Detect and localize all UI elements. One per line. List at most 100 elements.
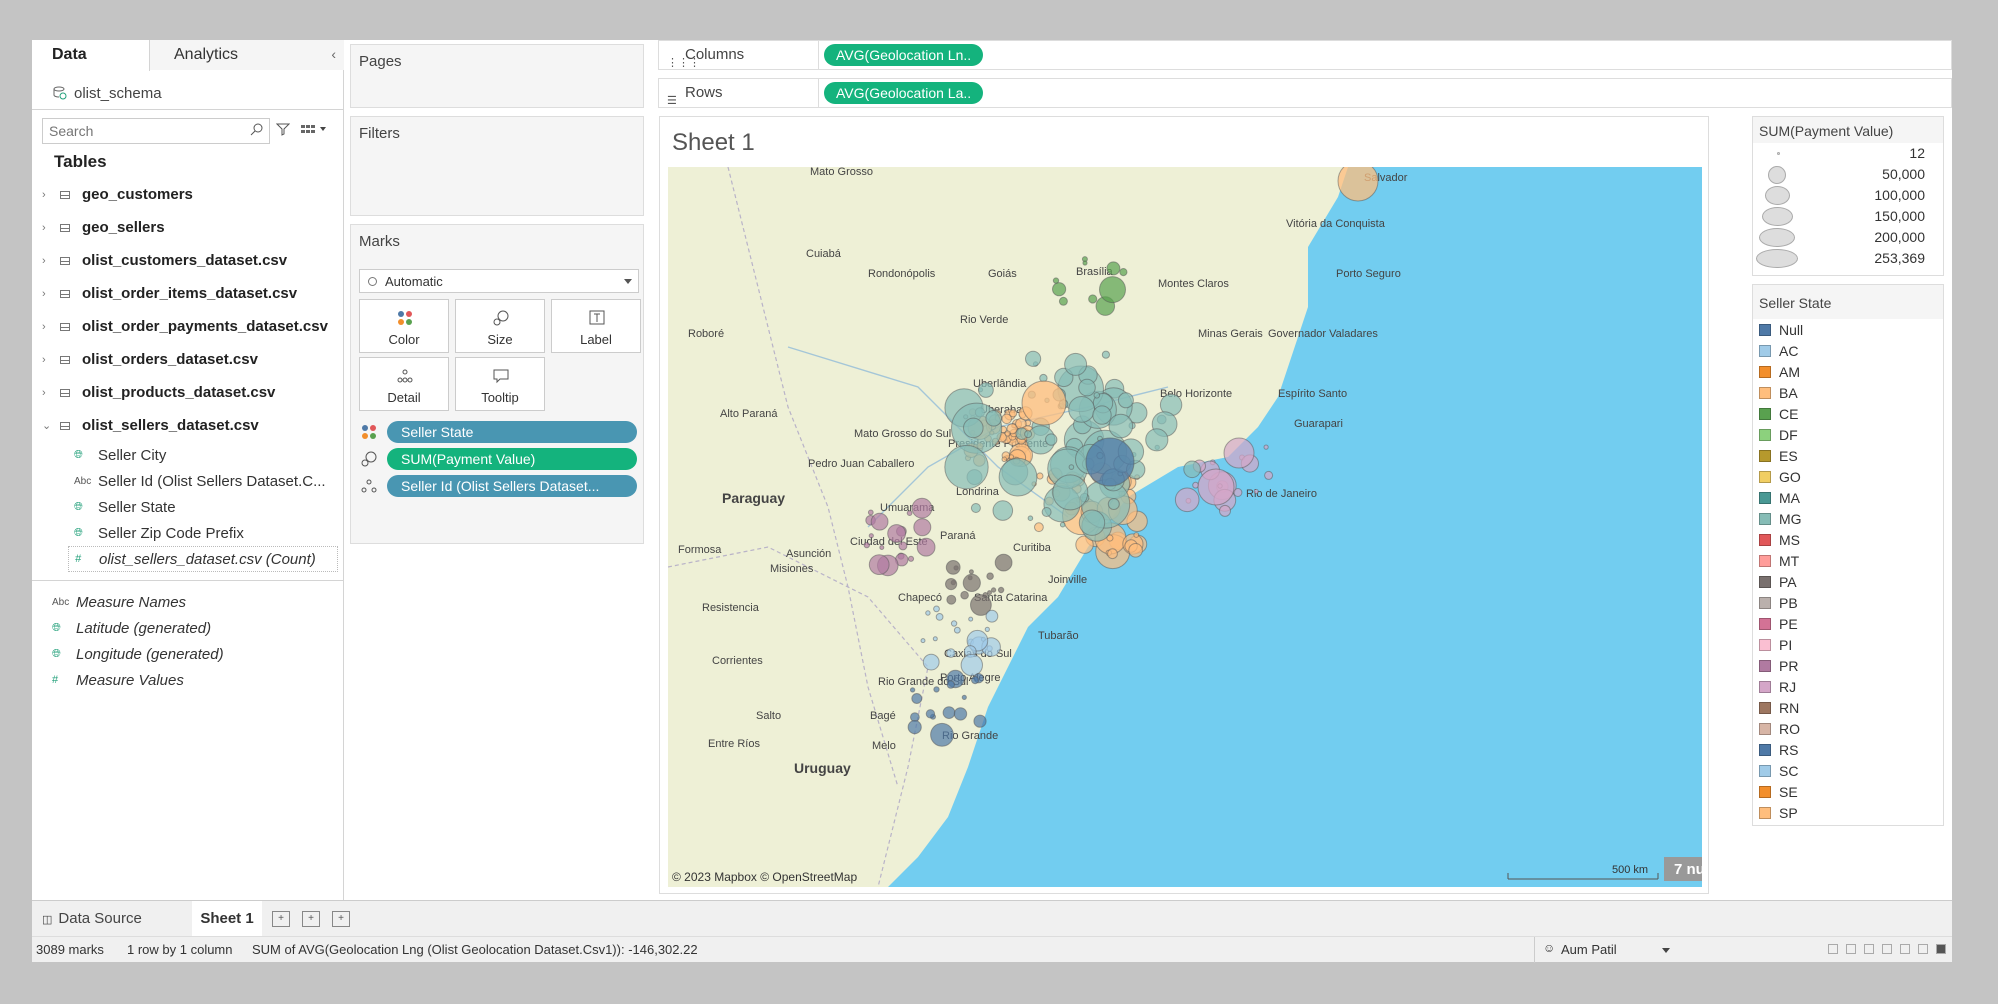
payment-value-pill[interactable]: SUM(Payment Value) <box>387 448 637 470</box>
map-mark[interactable] <box>913 518 932 537</box>
tab-data[interactable]: Data <box>32 40 150 71</box>
map-mark[interactable] <box>925 709 936 719</box>
chevron-right-icon[interactable]: › <box>42 222 56 234</box>
size-legend-item[interactable]: 150,000 <box>1753 206 1943 227</box>
filmstrip-icon[interactable] <box>1918 944 1928 954</box>
map-mark[interactable] <box>1337 167 1379 202</box>
table-item[interactable]: › geo_sellers <box>32 211 344 244</box>
color-legend-item[interactable]: PE <box>1753 613 1943 634</box>
columns-pill[interactable]: AVG(Geolocation Ln.. <box>824 44 984 66</box>
map-mark[interactable] <box>906 510 913 517</box>
color-legend-item[interactable]: MA <box>1753 487 1943 508</box>
color-legend-item[interactable]: MS <box>1753 529 1943 550</box>
color-legend-item[interactable]: AM <box>1753 361 1943 382</box>
map-mark[interactable] <box>907 720 922 735</box>
seller-state-pill[interactable]: Seller State <box>387 421 637 443</box>
map-mark[interactable] <box>1052 277 1060 284</box>
chevron-right-icon[interactable]: › <box>42 387 56 399</box>
map-mark[interactable] <box>1041 507 1052 517</box>
color-legend-item[interactable]: PR <box>1753 655 1943 676</box>
size-legend-item[interactable]: 200,000 <box>1753 227 1943 248</box>
table-item[interactable]: › olist_products_dataset.csv <box>32 376 344 409</box>
map-mark[interactable] <box>968 569 974 575</box>
map-mark[interactable] <box>992 500 1014 521</box>
chevron-right-icon[interactable]: › <box>42 288 56 300</box>
map-mark[interactable] <box>984 626 990 632</box>
map-mark[interactable] <box>863 541 871 549</box>
map-mark[interactable] <box>946 648 956 658</box>
map-mark[interactable] <box>1128 543 1143 558</box>
map-mark[interactable] <box>1108 413 1134 439</box>
table-item-expanded[interactable]: ⌄ olist_sellers_dataset.csv <box>32 409 344 442</box>
color-legend-item[interactable]: AC <box>1753 340 1943 361</box>
map-mark[interactable] <box>960 590 969 600</box>
map-mark[interactable] <box>1027 515 1034 522</box>
map-mark[interactable] <box>945 578 958 591</box>
map-mark[interactable] <box>879 545 885 550</box>
map-mark[interactable] <box>1064 352 1088 376</box>
data-source-tab[interactable]: ◫ Data Source <box>32 901 192 937</box>
color-legend-item[interactable]: Null <box>1753 319 1943 340</box>
nulls-indicator[interactable]: 7 nulls <box>1674 861 1702 878</box>
map-mark[interactable] <box>1021 380 1067 426</box>
color-legend-item[interactable]: BA <box>1753 382 1943 403</box>
field-item[interactable]: # olist_sellers_dataset.csv (Count) <box>68 546 338 572</box>
color-legend-item[interactable]: MG <box>1753 508 1943 529</box>
map-mark[interactable] <box>925 610 931 616</box>
map-mark[interactable] <box>946 680 955 689</box>
new-story-icon[interactable]: + <box>332 911 350 927</box>
filter-icon[interactable] <box>276 122 290 136</box>
table-item[interactable]: › geo_customers <box>32 178 344 211</box>
map-mark[interactable] <box>1034 522 1044 533</box>
map-mark[interactable] <box>971 675 980 685</box>
table-item[interactable]: › olist_customers_dataset.csv <box>32 244 344 277</box>
map-mark[interactable] <box>1001 456 1008 463</box>
view-options-icon[interactable] <box>300 122 328 136</box>
map-mark[interactable] <box>909 687 916 693</box>
color-legend-item[interactable]: MT <box>1753 550 1943 571</box>
pages-card[interactable]: Pages <box>350 44 644 108</box>
map-mark[interactable] <box>1008 454 1014 460</box>
map-mark[interactable] <box>998 457 1038 497</box>
size-legend-item[interactable]: 100,000 <box>1753 185 1943 206</box>
map-mark[interactable] <box>953 707 968 721</box>
map-mark[interactable] <box>1093 392 1101 399</box>
color-legend-item[interactable]: DF <box>1753 424 1943 445</box>
map-mark[interactable] <box>982 592 989 598</box>
table-item[interactable]: › olist_order_items_dataset.csv <box>32 277 344 310</box>
map-mark[interactable] <box>933 605 940 613</box>
size-legend-item[interactable]: 12 <box>1753 143 1943 164</box>
color-legend-item[interactable]: SP <box>1753 802 1943 823</box>
map-mark[interactable] <box>963 417 984 439</box>
map-mark[interactable] <box>944 444 989 490</box>
chevron-right-icon[interactable]: › <box>42 189 56 201</box>
color-legend-item[interactable]: PB <box>1753 592 1943 613</box>
map-mark[interactable] <box>867 509 874 516</box>
map-mark[interactable] <box>1253 488 1259 495</box>
tab-analytics[interactable]: Analytics <box>150 40 344 70</box>
map-mark[interactable] <box>932 636 938 642</box>
chevron-down-icon[interactable]: ⌄ <box>42 419 56 432</box>
map-mark[interactable] <box>994 553 1013 572</box>
user-menu[interactable]: ☺ Aum Patil <box>1534 937 1684 963</box>
map-view[interactable]: Mato Grosso Cuiabá Rondonópolis Goiás Brasíl… <box>668 167 1702 887</box>
map-mark[interactable] <box>1052 474 1089 511</box>
map-mark[interactable] <box>916 537 936 557</box>
map-mark[interactable] <box>1045 433 1058 446</box>
map-mark[interactable] <box>1107 498 1120 510</box>
table-item[interactable]: › olist_order_payments_dataset.csv <box>32 310 344 343</box>
map-mark[interactable] <box>945 560 961 575</box>
map-mark[interactable] <box>978 382 994 398</box>
map-mark[interactable] <box>1058 296 1068 306</box>
map-mark[interactable] <box>1068 396 1096 423</box>
map-mark[interactable] <box>930 722 954 747</box>
map-mark[interactable] <box>950 620 958 627</box>
map-mark[interactable] <box>1004 430 1011 437</box>
map-mark[interactable] <box>962 573 981 592</box>
prev-sheet-icon[interactable] <box>1846 944 1856 954</box>
color-legend-item[interactable]: RN <box>1753 697 1943 718</box>
map-mark[interactable] <box>1174 487 1200 513</box>
map-mark[interactable] <box>1078 378 1096 397</box>
map-mark[interactable] <box>985 410 1003 427</box>
detail-button[interactable]: Detail <box>359 357 449 411</box>
